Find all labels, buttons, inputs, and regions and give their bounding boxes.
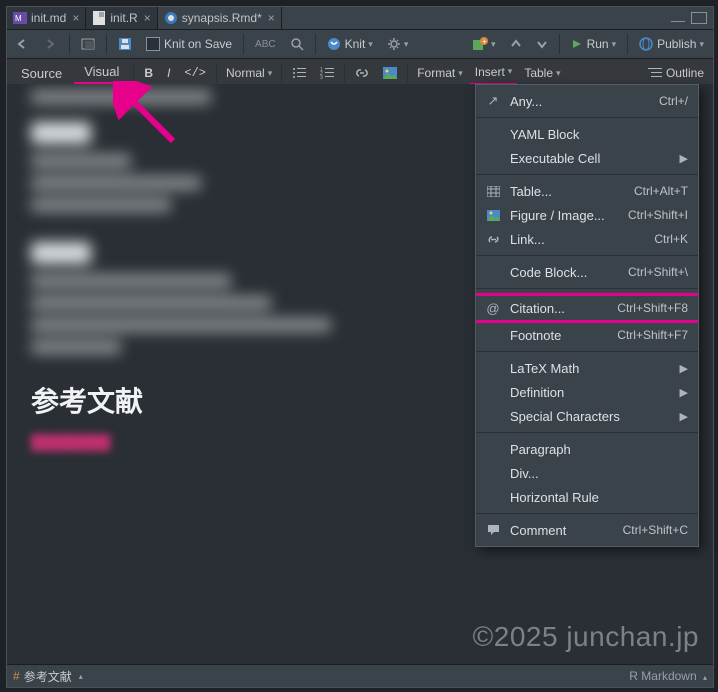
menu-code-block[interactable]: Code Block...Ctrl+Shift+\ — [476, 260, 698, 284]
go-to-next-button[interactable] — [531, 33, 553, 55]
link-button[interactable] — [349, 60, 375, 86]
menu-comment[interactable]: CommentCtrl+Shift+C — [476, 518, 698, 542]
tab-label: init.R — [110, 11, 137, 25]
run-button[interactable]: Run▾ — [566, 33, 622, 55]
close-icon[interactable]: × — [72, 11, 79, 25]
outline-label: Outline — [666, 66, 704, 80]
breadcrumb[interactable]: # 参考文献 ▴ — [13, 668, 83, 685]
format-menu[interactable]: Format▾ — [412, 62, 468, 84]
tab-init-r[interactable]: init.R × — [86, 7, 157, 29]
tab-label: init.md — [31, 11, 66, 25]
code-button[interactable]: </> — [178, 60, 212, 86]
normal-label: Normal — [226, 66, 265, 80]
slash-icon: ↗ — [484, 93, 502, 109]
menu-paragraph[interactable]: Paragraph — [476, 437, 698, 461]
minimize-icon[interactable] — [671, 20, 685, 22]
svg-text:3: 3 — [320, 75, 323, 79]
window-controls — [671, 12, 713, 24]
menu-latex[interactable]: LaTeX Math▶ — [476, 356, 698, 380]
menu-figure[interactable]: Figure / Image...Ctrl+Shift+I — [476, 203, 698, 227]
r-file-icon — [92, 11, 106, 25]
insert-chunk-button[interactable]: +▾ — [467, 33, 501, 55]
menu-any[interactable]: ↗Any...Ctrl+/ — [476, 89, 698, 113]
visual-mode-tab[interactable]: Visual — [74, 61, 129, 85]
show-in-new-window-button[interactable] — [76, 33, 100, 55]
go-to-prev-button[interactable] — [505, 33, 527, 55]
tab-init-md[interactable]: M init.md × — [7, 7, 86, 29]
menu-table[interactable]: Table...Ctrl+Alt+T — [476, 179, 698, 203]
table-menu[interactable]: Table▾ — [519, 62, 565, 84]
rmd-file-icon — [164, 11, 178, 25]
menu-definition[interactable]: Definition▶ — [476, 380, 698, 404]
italic-button[interactable]: I — [161, 60, 176, 86]
forward-button[interactable] — [39, 33, 63, 55]
publish-label: Publish — [657, 37, 696, 51]
knit-label: Knit — [345, 37, 366, 51]
menu-footnote[interactable]: FootnoteCtrl+Shift+F7 — [476, 323, 698, 347]
status-bar: # 参考文献 ▴ R Markdown ▴ — [7, 664, 713, 687]
close-icon[interactable]: × — [268, 11, 275, 25]
save-button[interactable] — [113, 33, 137, 55]
image-button[interactable] — [377, 60, 403, 86]
comment-icon — [484, 524, 502, 536]
submenu-arrow-icon: ▶ — [680, 410, 688, 423]
submenu-arrow-icon: ▶ — [680, 362, 688, 375]
submenu-arrow-icon: ▶ — [680, 152, 688, 165]
format-label: Format — [417, 66, 455, 80]
menu-hr[interactable]: Horizontal Rule — [476, 485, 698, 509]
markdown-icon: M — [13, 11, 27, 25]
knit-on-save-label: Knit on Save — [164, 37, 232, 51]
settings-button[interactable]: ▾ — [382, 33, 414, 55]
insert-menu[interactable]: Insert▾ — [470, 61, 518, 86]
insert-label: Insert — [475, 65, 505, 79]
editor-window: M init.md × init.R × synapsis.Rmd* × Kni… — [6, 6, 714, 688]
numbered-list-button[interactable]: 123 — [314, 60, 340, 86]
chevron-icon: ▴ — [703, 673, 707, 682]
tab-bar: M init.md × init.R × synapsis.Rmd* × — [7, 7, 713, 30]
maximize-icon[interactable] — [691, 12, 707, 24]
svg-text:M: M — [15, 14, 22, 23]
menu-special-chars[interactable]: Special Characters▶ — [476, 404, 698, 428]
bold-button[interactable]: B — [138, 60, 159, 86]
checkbox-icon — [146, 37, 160, 51]
run-label: Run — [587, 37, 609, 51]
close-icon[interactable]: × — [144, 11, 151, 25]
knit-button[interactable]: Knit▾ — [322, 33, 378, 55]
bullet-list-button[interactable] — [286, 60, 312, 86]
menu-citation[interactable]: @Citation...Ctrl+Shift+F8 — [476, 293, 698, 323]
insert-dropdown: ↗Any...Ctrl+/ YAML Block Executable Cell… — [475, 84, 699, 547]
menu-div[interactable]: Div... — [476, 461, 698, 485]
menu-yaml-block[interactable]: YAML Block — [476, 122, 698, 146]
link-icon — [484, 233, 502, 246]
file-type-indicator[interactable]: R Markdown ▴ — [629, 669, 707, 683]
menu-executable-cell[interactable]: Executable Cell▶ — [476, 146, 698, 170]
svg-text:+: + — [482, 37, 487, 46]
main-toolbar: Knit on Save ABC Knit▾ ▾ +▾ Run▾ Publish… — [7, 30, 713, 59]
menu-link[interactable]: Link...Ctrl+K — [476, 227, 698, 251]
heading-icon: # — [13, 669, 20, 683]
image-icon — [484, 210, 502, 221]
publish-button[interactable]: Publish▾ — [634, 33, 709, 55]
outline-toggle[interactable]: Outline — [643, 62, 709, 84]
knit-on-save-toggle[interactable]: Knit on Save — [141, 33, 237, 55]
paragraph-style-dropdown[interactable]: Normal▾ — [221, 62, 277, 84]
tab-label: synapsis.Rmd* — [182, 11, 262, 25]
source-mode-tab[interactable]: Source — [11, 63, 72, 84]
breadcrumb-label: 参考文献 — [24, 668, 72, 685]
find-button[interactable] — [285, 33, 309, 55]
watermark: ©2025 junchan.jp — [473, 621, 699, 653]
table-icon — [484, 186, 502, 197]
submenu-arrow-icon: ▶ — [680, 386, 688, 399]
tab-synapsis-rmd[interactable]: synapsis.Rmd* × — [158, 7, 282, 29]
table-label: Table — [524, 66, 553, 80]
mode-label: R Markdown — [629, 669, 696, 683]
at-icon: @ — [484, 301, 502, 316]
back-button[interactable] — [11, 33, 35, 55]
spellcheck-button[interactable]: ABC — [250, 33, 281, 55]
chevron-icon: ▴ — [79, 672, 83, 681]
